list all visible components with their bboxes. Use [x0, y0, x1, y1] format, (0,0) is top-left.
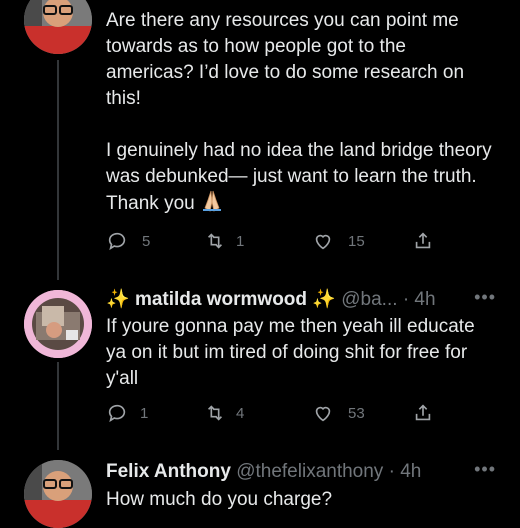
reply-icon: [108, 232, 126, 251]
retweet-button[interactable]: 4: [204, 402, 244, 424]
tweet-header: Felix Anthony @thefelixanthony · 4h: [106, 459, 421, 485]
sparkle-icon-right: ✨: [312, 289, 336, 310]
like-button[interactable]: 15: [312, 230, 365, 252]
avatar-photo-felix: [24, 460, 92, 528]
reply-icon: [108, 404, 126, 423]
heart-icon: [315, 406, 331, 422]
reply-button[interactable]: 1: [106, 402, 148, 424]
tweet-actions: 1 4 53: [106, 402, 436, 426]
thread-line-middle: [57, 362, 59, 450]
tweet-actions: 5 1 15: [106, 230, 436, 254]
reply-count: 5: [142, 232, 151, 250]
like-count: 15: [348, 232, 365, 250]
sparkle-icon-left: ✨: [106, 289, 130, 310]
tweet-header: ✨ matilda wormwood ✨ @ba... · 4h: [106, 287, 436, 313]
tweet-paragraph-1: Are there any resources you can point me…: [106, 10, 465, 109]
retweet-count: 1: [236, 232, 245, 250]
reply-button[interactable]: 5: [106, 230, 150, 252]
timestamp[interactable]: · 4h: [403, 289, 436, 310]
retweet-icon: [207, 405, 223, 421]
praying-hands-icon: [200, 190, 224, 220]
heart-icon: [315, 234, 331, 250]
retweet-count: 4: [236, 404, 245, 422]
reply-count: 1: [140, 404, 149, 422]
avatar[interactable]: [24, 0, 92, 54]
user-handle[interactable]: @thefelixanthony: [236, 461, 383, 482]
tweet-paragraph-2: I genuinely had no idea the land bridge …: [106, 138, 496, 220]
avatar[interactable]: [24, 460, 92, 528]
more-options-icon[interactable]: •••: [474, 459, 496, 480]
tweet-text: Are there any resources you can point me…: [106, 8, 496, 220]
share-button[interactable]: [412, 402, 434, 424]
like-count: 53: [348, 404, 365, 422]
more-options-icon[interactable]: •••: [474, 287, 496, 308]
avatar[interactable]: [24, 290, 92, 358]
like-button[interactable]: 53: [312, 402, 365, 424]
display-name[interactable]: Felix Anthony: [106, 461, 231, 482]
share-icon: [415, 232, 431, 249]
tweet-text: How much do you charge?: [106, 489, 333, 510]
tweet-text: If youre gonna pay me then yeah ill educ…: [106, 316, 475, 389]
avatar-photo-felix: [24, 0, 92, 54]
thread-line-top: [57, 60, 59, 280]
share-icon: [415, 404, 431, 421]
share-button[interactable]: [412, 230, 434, 252]
display-name[interactable]: matilda wormwood: [135, 289, 307, 310]
user-handle[interactable]: @ba...: [341, 289, 397, 310]
retweet-button[interactable]: 1: [204, 230, 244, 252]
timestamp[interactable]: · 4h: [389, 461, 422, 482]
avatar-photo-matilda: [24, 290, 92, 358]
tweet-paragraph-2-text: I genuinely had no idea the land bridge …: [106, 140, 492, 214]
retweet-icon: [207, 233, 223, 249]
